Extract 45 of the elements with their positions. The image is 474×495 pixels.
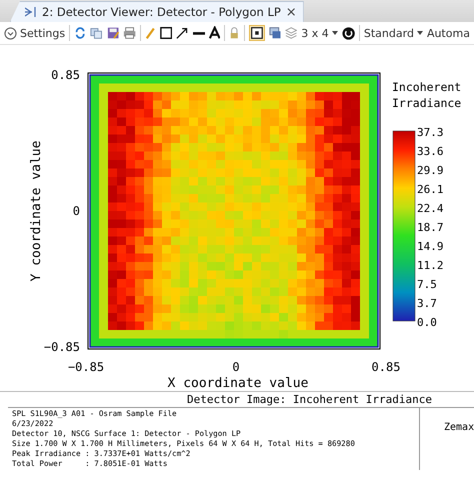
tick-label: −0.85 <box>44 340 80 354</box>
layout-dropdown[interactable]: 3 x 4 <box>301 26 338 40</box>
colorbar-label: 11.2 <box>417 259 444 272</box>
print-icon[interactable] <box>123 26 136 40</box>
axis-label: X coordinate value <box>168 376 308 388</box>
axis-label: Y coordinate value <box>29 140 44 282</box>
tick-label: 0 <box>232 360 240 374</box>
mode-dropdown[interactable]: Standard <box>364 26 423 40</box>
windows-icon[interactable] <box>268 26 281 40</box>
arrow-icon[interactable] <box>176 26 188 40</box>
lock-icon[interactable] <box>229 26 240 40</box>
tick-label: 0.85 <box>372 360 400 374</box>
caret-icon <box>332 31 338 35</box>
layers-icon[interactable] <box>284 26 298 40</box>
refresh-icon[interactable] <box>74 26 86 40</box>
colorbar-label: 29.9 <box>417 164 444 177</box>
fit-icon[interactable] <box>248 24 265 42</box>
colorbar-label: 26.1 <box>417 183 444 196</box>
company-label: Zemax <box>443 421 474 435</box>
pin-icon <box>25 7 37 17</box>
colorbar-label: 7.5 <box>417 278 437 291</box>
colorbar-label: 18.7 <box>417 221 444 234</box>
report-title: Detector Image: Incoherent Irradiance <box>186 392 433 407</box>
colorbar-label: 22.4 <box>417 202 444 215</box>
colorbar-label: 33.6 <box>417 145 444 158</box>
rectangle-icon[interactable] <box>160 26 172 40</box>
text-tool-icon[interactable] <box>208 26 220 40</box>
colorbar-label: 37.3 <box>417 126 444 139</box>
tick-label: 0.85 <box>51 68 80 82</box>
colorbar-label: 3.7 <box>417 297 437 310</box>
tick-label: −0.85 <box>68 360 104 374</box>
tab-title: 2: Detector Viewer: Detector - Polygon LP <box>42 5 281 19</box>
colorbar-label: 0.0 <box>417 316 437 329</box>
caret-icon <box>416 31 423 35</box>
settings-button[interactable]: Settings <box>4 26 66 40</box>
viewer-tab[interactable]: 2: Detector Viewer: Detector - Polygon LP × <box>10 1 304 22</box>
close-button[interactable]: × <box>286 4 297 20</box>
save-icon[interactable] <box>106 26 120 40</box>
auto-button[interactable]: Automa <box>426 26 470 40</box>
tick-label: 0 <box>72 204 80 218</box>
chevron-circle-icon <box>4 26 17 40</box>
colorbar-label: 14.9 <box>417 240 444 253</box>
copy-icon[interactable] <box>90 26 103 40</box>
power-icon[interactable] <box>342 26 356 40</box>
legend-title: Incoherent Irradiance <box>392 80 462 110</box>
